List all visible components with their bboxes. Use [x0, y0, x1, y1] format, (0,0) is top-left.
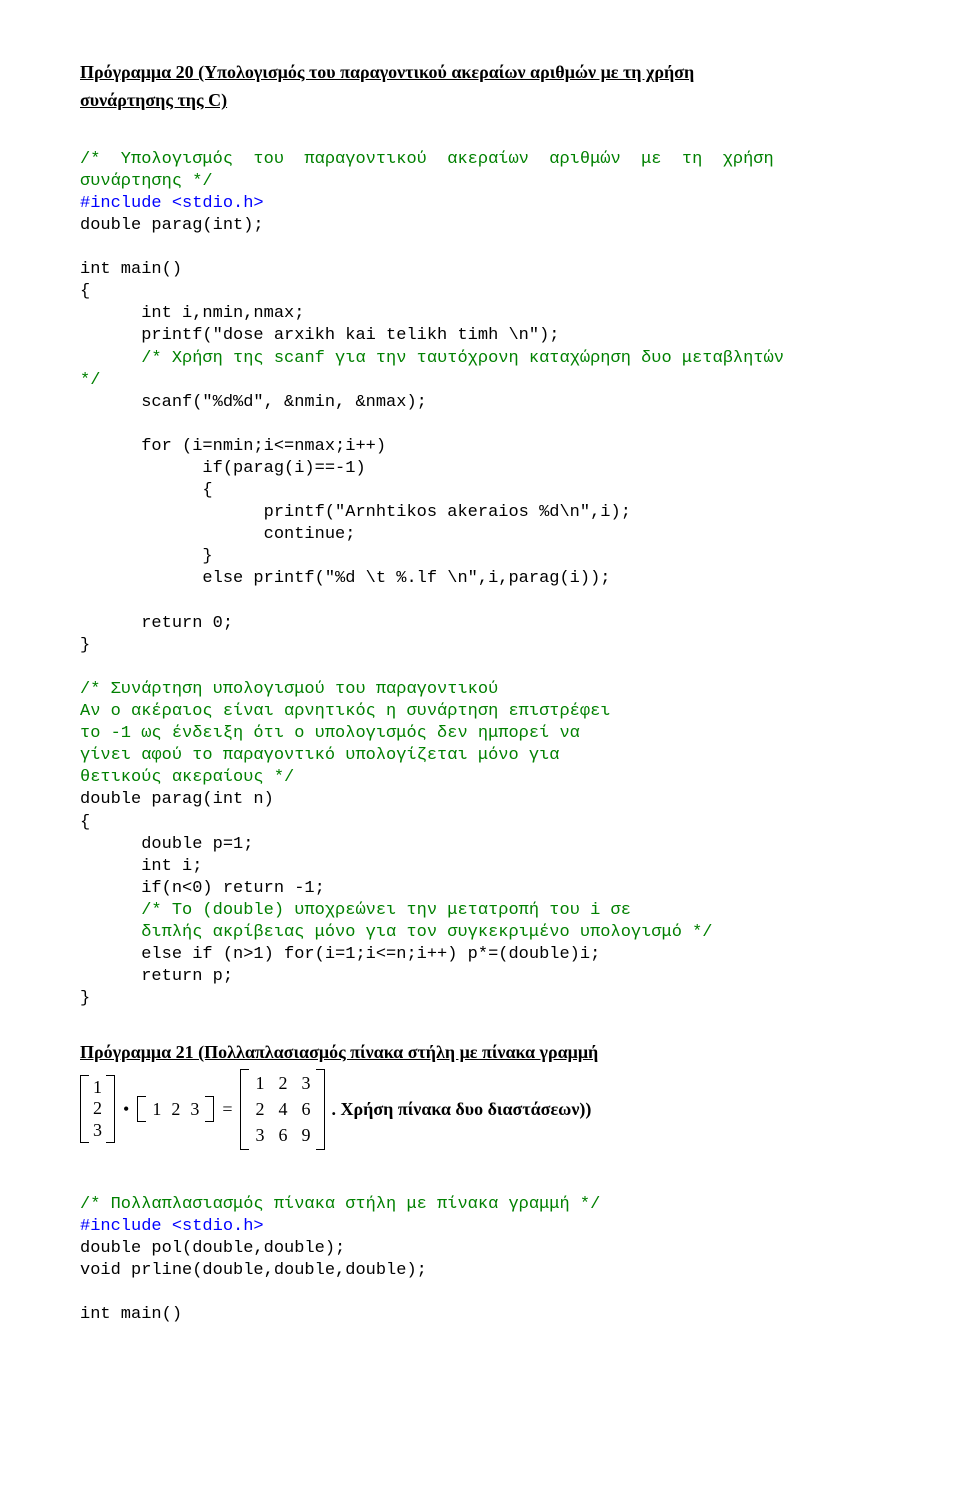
mat-cell: 6 — [278, 1123, 287, 1147]
mat-cell: 3 — [93, 1120, 102, 1142]
mat-cell: 9 — [301, 1123, 310, 1147]
code-comment: θετικούς ακεραίους */ — [80, 768, 294, 787]
prog20-title-line1: Πρόγραμμα 20 (Υπολογισμός του παραγοντικ… — [80, 60, 880, 84]
code-preproc: #include <stdio.h> — [80, 1217, 264, 1236]
mat-cell: 2 — [93, 1098, 102, 1120]
equals-op: = — [216, 1097, 238, 1121]
code-line — [80, 901, 141, 920]
code-line: } — [80, 989, 90, 1008]
mat-cell: 2 — [171, 1097, 180, 1121]
prog20-code: /* Υπολογισμός του παραγοντικού ακεραίων… — [80, 127, 880, 1011]
code-comment: */ — [80, 371, 100, 390]
prog20-title-line2: συνάρτησης της C) — [80, 88, 880, 112]
code-line: continue; — [80, 525, 355, 544]
code-line: { — [80, 481, 213, 500]
mat-cell: 1 — [255, 1071, 264, 1095]
matrix-equation: 1 2 3 • 1 2 3 = 1 2 3 2 4 — [80, 1069, 880, 1150]
code-line: { — [80, 282, 90, 301]
code-line: scanf("%d%d", &nmin, &nmax); — [80, 393, 427, 412]
dot-op: • — [117, 1097, 135, 1121]
code-line: printf("Arnhtikos akeraios %d\n",i); — [80, 503, 631, 522]
code-comment: /* Συνάρτηση υπολογισμού του παραγοντικο… — [80, 680, 498, 699]
code-line: } — [80, 547, 213, 566]
code-comment: /* Πολλαπλασιασμός πίνακα στήλη με πίνακ… — [80, 1195, 600, 1214]
code-comment: /* Υπολογισμός του παραγοντικού ακεραίων… — [80, 150, 774, 169]
code-comment: /* Χρήση της scanf για την ταυτόχρονη κα… — [141, 349, 784, 368]
code-line: int main() — [80, 260, 182, 279]
code-line: int i,nmin,nmax; — [80, 304, 304, 323]
code-line: else if (n>1) for(i=1;i<=n;i++) p*=(doub… — [80, 945, 600, 964]
result-matrix: 1 2 3 2 4 6 3 6 9 — [240, 1069, 325, 1150]
code-line: else printf("%d \t %.lf \n",i,parag(i)); — [80, 569, 611, 588]
code-line: int main() — [80, 1305, 182, 1324]
code-line: double p=1; — [80, 835, 253, 854]
mat-cell: 1 — [152, 1097, 161, 1121]
code-line: void prline(double,double,double); — [80, 1261, 427, 1280]
code-line: printf("dose arxikh kai telikh timh \n")… — [80, 326, 559, 345]
mat-cell: 3 — [255, 1123, 264, 1147]
code-line — [80, 349, 141, 368]
code-comment: Αν ο ακέραιος είναι αρνητικός η συνάρτησ… — [80, 702, 611, 721]
prog21-title: Πρόγραμμα 21 (Πολλαπλασιασμός πίνακα στή… — [80, 1040, 880, 1064]
mat-cell: 4 — [278, 1097, 287, 1121]
code-comment: το -1 ως ένδειξη ότι ο υπολογισμός δεν η… — [80, 724, 580, 743]
code-line: { — [80, 813, 90, 832]
code-line: double parag(int); — [80, 216, 264, 235]
code-line: if(n<0) return -1; — [80, 879, 325, 898]
mat-cell: 2 — [255, 1097, 264, 1121]
code-comment: /* To (double) υποχρεώνει την μετατροπή … — [141, 901, 631, 920]
code-comment: διπλής ακρίβειας μόνο για τον συγκεκριμέ… — [80, 923, 713, 942]
code-preproc: #include <stdio.h> — [80, 194, 264, 213]
column-vector: 1 2 3 — [80, 1075, 115, 1144]
mat-cell: 1 — [93, 1077, 102, 1099]
code-line: return 0; — [80, 614, 233, 633]
code-comment: συνάρτησης */ — [80, 172, 213, 191]
code-line: double parag(int n) — [80, 790, 274, 809]
code-line: } — [80, 636, 90, 655]
code-line: int i; — [80, 857, 202, 876]
code-line: if(parag(i)==-1) — [80, 459, 366, 478]
prog21-code: /* Πολλαπλασιασμός πίνακα στήλη με πίνακ… — [80, 1172, 880, 1327]
row-vector: 1 2 3 — [137, 1096, 214, 1122]
mat-cell: 6 — [301, 1097, 310, 1121]
prog21-title-tail: . Χρήση πίνακα δυο διαστάσεων)) — [327, 1097, 591, 1121]
mat-cell: 3 — [301, 1071, 310, 1095]
code-line: for (i=nmin;i<=nmax;i++) — [80, 437, 386, 456]
code-comment: γίνει αφού το παραγοντικό υπολογίζεται μ… — [80, 746, 559, 765]
code-line: double pol(double,double); — [80, 1239, 345, 1258]
code-line: return p; — [80, 967, 233, 986]
mat-cell: 2 — [278, 1071, 287, 1095]
mat-cell: 3 — [190, 1097, 199, 1121]
